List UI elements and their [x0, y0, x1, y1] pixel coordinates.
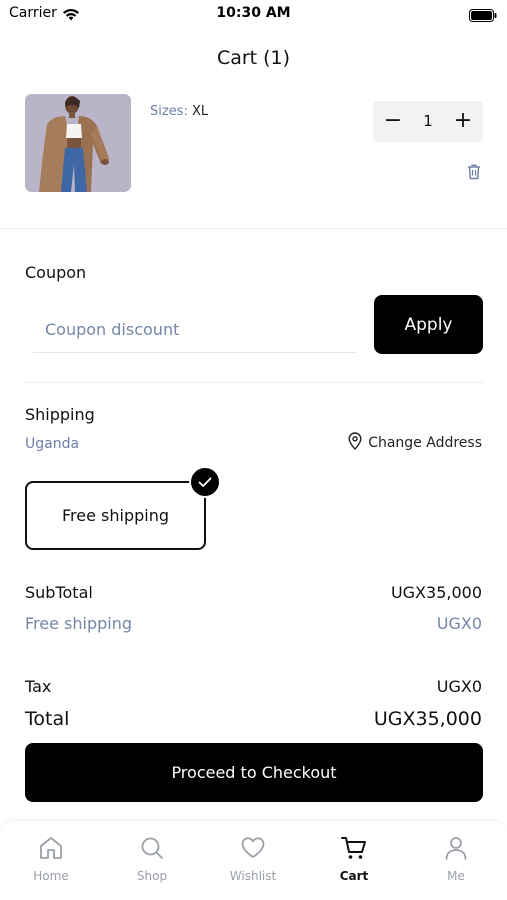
shipping-option-free[interactable]: Free shipping: [25, 481, 206, 550]
decrease-quantity-button[interactable]: −: [381, 101, 405, 142]
tab-wishlist[interactable]: Wishlist: [218, 835, 288, 883]
divider: [0, 228, 507, 229]
battery-icon: [469, 7, 497, 26]
search-icon: [139, 835, 165, 865]
change-address-button[interactable]: Change Address: [348, 432, 482, 454]
trash-icon[interactable]: [466, 163, 482, 184]
bottom-tab-bar: Home Shop Wishlist Cart Me: [0, 820, 507, 900]
tab-label: Home: [33, 869, 69, 883]
total-row: Total UGX35,000: [25, 708, 482, 730]
tab-shop[interactable]: Shop: [117, 835, 187, 883]
home-icon: [38, 835, 64, 865]
tab-label: Me: [447, 869, 465, 883]
heart-icon: [240, 835, 266, 865]
tab-home[interactable]: Home: [16, 835, 86, 883]
user-icon: [443, 835, 469, 865]
product-image[interactable]: [25, 94, 131, 192]
tax-value: UGX0: [436, 677, 482, 696]
size-label: Sizes:: [150, 104, 188, 119]
proceed-to-checkout-button[interactable]: Proceed to Checkout: [25, 743, 483, 802]
shipping-cost-label: Free shipping: [25, 614, 133, 633]
total-label: Total: [25, 708, 70, 730]
shipping-cost-value: UGX0: [436, 614, 482, 633]
location-pin-icon: [348, 432, 362, 454]
page-title: Cart (1): [216, 47, 291, 69]
increase-quantity-button[interactable]: +: [451, 101, 475, 142]
cart-icon: [340, 835, 368, 865]
tab-label: Shop: [136, 869, 168, 883]
size-value: XL: [191, 104, 209, 119]
quantity-value: 1: [423, 112, 433, 130]
subtotal-row: SubTotal UGX35,000: [25, 583, 482, 602]
status-time: 10:30 AM: [216, 5, 291, 21]
tab-label: Wishlist: [229, 869, 277, 883]
coupon-title: Coupon: [25, 263, 87, 282]
shipping-title: Shipping: [25, 405, 95, 424]
change-address-label: Change Address: [368, 435, 482, 451]
quantity-stepper: − 1 +: [373, 101, 483, 142]
item-size: Sizes: XL: [150, 104, 208, 119]
checkmark-icon: [189, 466, 221, 498]
shipping-cost-row: Free shipping UGX0: [25, 614, 482, 633]
tab-label: Cart: [339, 869, 369, 883]
apply-coupon-button[interactable]: Apply: [374, 295, 483, 354]
subtotal-value: UGX35,000: [390, 583, 482, 602]
subtotal-label: SubTotal: [25, 583, 93, 602]
status-bar: Carrier 10:30 AM: [0, 0, 507, 28]
shipping-country: Uganda: [25, 436, 80, 452]
tab-me[interactable]: Me: [421, 835, 491, 883]
coupon-input[interactable]: [33, 306, 356, 353]
tax-label: Tax: [25, 677, 52, 696]
shipping-option-label: Free shipping: [61, 506, 169, 525]
divider: [25, 382, 483, 383]
tab-cart[interactable]: Cart: [319, 835, 389, 883]
tax-row: Tax UGX0: [25, 677, 482, 696]
total-value: UGX35,000: [373, 708, 482, 730]
